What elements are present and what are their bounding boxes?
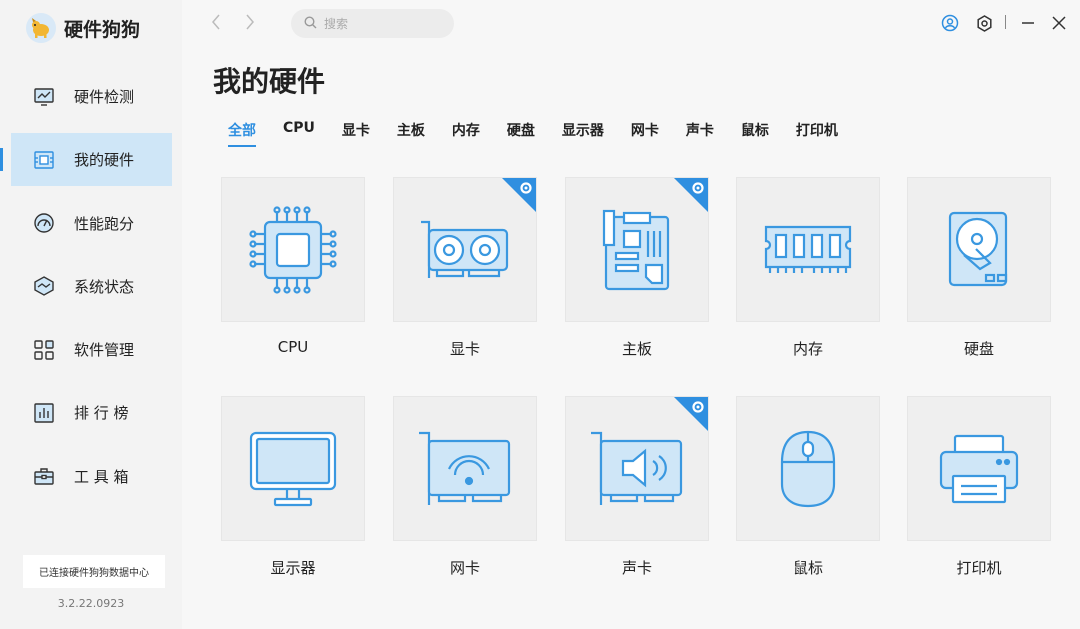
hardware-card-motherboard[interactable]: 主板: [565, 177, 709, 359]
sidebar-item-label: 排 行 榜: [74, 404, 129, 423]
sidebar-item-benchmark[interactable]: 性能跑分: [0, 197, 182, 250]
tab-disk[interactable]: 硬盘: [507, 120, 535, 147]
speedometer-icon: [33, 212, 55, 234]
tab-motherboard[interactable]: 主板: [397, 120, 425, 147]
hardware-card-network[interactable]: 网卡: [393, 396, 537, 578]
sidebar-item-label: 软件管理: [74, 341, 135, 360]
monitor-icon: [249, 431, 337, 506]
dog-logo-icon: [26, 13, 56, 43]
mouse-icon: [780, 430, 836, 507]
hardware-chip-icon: [33, 149, 55, 171]
hardware-card-mouse[interactable]: 鼠标: [736, 396, 880, 578]
back-arrow-icon[interactable]: [210, 13, 222, 36]
cpu-icon: [249, 205, 337, 294]
sidebar-item-toolbox[interactable]: 工 具 箱: [0, 450, 182, 503]
app-name: 硬件狗狗: [64, 18, 141, 41]
network-card-icon: [419, 431, 511, 505]
hardware-card-memory[interactable]: 内存: [736, 177, 880, 359]
ranking-chart-icon: [33, 402, 55, 424]
tab-cpu[interactable]: CPU: [283, 120, 315, 147]
sidebar-item-software[interactable]: 软件管理: [0, 323, 182, 376]
category-tabs: 全部 CPU 显卡 主板 内存 硬盘 显示器 网卡 声卡 鼠标 打印机: [228, 120, 865, 147]
card-label: 打印机: [956, 559, 1002, 577]
card-tile: [907, 396, 1051, 541]
sidebar-item-label: 我的硬件: [74, 151, 135, 170]
minimize-icon[interactable]: [1018, 13, 1038, 33]
page-title: 我的硬件: [213, 65, 326, 98]
sidebar-item-system-status[interactable]: 系统状态: [0, 260, 182, 313]
hardware-card-disk[interactable]: 硬盘: [907, 177, 1051, 359]
tab-network[interactable]: 网卡: [631, 120, 659, 147]
sidebar-item-my-hardware[interactable]: 我的硬件: [0, 133, 172, 187]
card-tile: [221, 177, 365, 322]
sidebar-item-ranking[interactable]: 排 行 榜: [0, 386, 182, 439]
tab-all[interactable]: 全部: [228, 120, 256, 147]
card-label: 主板: [621, 340, 652, 358]
tab-sound[interactable]: 声卡: [686, 120, 714, 147]
sidebar-item-label: 性能跑分: [74, 214, 135, 233]
card-tile: [736, 396, 880, 541]
connection-status: 已连接硬件狗狗数据中心: [23, 555, 165, 588]
card-label: 声卡: [621, 559, 652, 577]
monitor-chart-icon: [33, 86, 55, 108]
close-icon[interactable]: [1049, 13, 1069, 33]
tab-monitor[interactable]: 显示器: [562, 120, 604, 147]
hardware-card-monitor[interactable]: 显示器: [221, 396, 365, 578]
settings-corner-icon[interactable]: [674, 178, 708, 212]
search-icon: [304, 14, 317, 33]
app-logo: 硬件狗狗: [26, 13, 140, 43]
system-status-icon: [33, 275, 55, 297]
card-label: 内存: [792, 340, 823, 358]
card-label: 硬盘: [963, 340, 994, 358]
printer-icon: [939, 434, 1019, 503]
sidebar-nav: 硬件检测 我的硬件 性能跑分 系统状态 软件管理 排 行 榜 工 具 箱: [0, 70, 182, 513]
hard-disk-icon: [948, 211, 1008, 286]
search-input[interactable]: 搜索: [291, 9, 454, 38]
card-label: CPU: [277, 338, 309, 356]
motherboard-icon: [602, 209, 670, 290]
card-tile: [907, 177, 1051, 322]
memory-icon: [764, 225, 852, 273]
sidebar: 硬件狗狗 硬件检测 我的硬件 性能跑分 系统状态 软件管理 排 行 榜 工 具 …: [0, 0, 182, 629]
sound-card-icon: [591, 431, 683, 505]
card-label: 显示器: [270, 559, 316, 577]
graphics-card-icon: [421, 220, 509, 278]
sidebar-item-label: 系统状态: [74, 277, 135, 296]
card-label: 鼠标: [792, 559, 823, 577]
tab-memory[interactable]: 内存: [452, 120, 480, 147]
hardware-card-sound[interactable]: 声卡: [565, 396, 709, 578]
hardware-card-printer[interactable]: 打印机: [907, 396, 1051, 578]
user-account-icon[interactable]: [940, 13, 960, 33]
hardware-card-graphics[interactable]: 显卡: [393, 177, 537, 359]
card-label: 网卡: [449, 559, 480, 577]
tab-mouse[interactable]: 鼠标: [741, 120, 769, 147]
hardware-card-cpu[interactable]: CPU: [221, 177, 365, 356]
toolbox-icon: [33, 465, 55, 487]
search-placeholder: 搜索: [324, 17, 349, 31]
tab-graphics[interactable]: 显卡: [342, 120, 370, 147]
settings-corner-icon[interactable]: [674, 397, 708, 431]
sidebar-item-label: 工 具 箱: [74, 467, 129, 486]
forward-arrow-icon[interactable]: [244, 13, 256, 36]
version-label: 3.2.22.0923: [57, 597, 125, 610]
topbar: 搜索: [182, 0, 1080, 48]
card-tile: [565, 396, 709, 541]
card-label: 显卡: [449, 340, 480, 358]
sidebar-item-hardware-check[interactable]: 硬件检测: [0, 70, 182, 123]
titlebar-divider: [1005, 15, 1006, 29]
card-tile: [393, 177, 537, 322]
tab-printer[interactable]: 打印机: [796, 120, 838, 147]
sidebar-item-label: 硬件检测: [74, 88, 135, 106]
settings-gear-icon[interactable]: [974, 13, 994, 33]
card-tile: [565, 177, 709, 322]
settings-corner-icon[interactable]: [502, 178, 536, 212]
apps-grid-icon: [33, 339, 55, 361]
card-tile: [221, 396, 365, 541]
card-tile: [736, 177, 880, 322]
card-tile: [393, 396, 537, 541]
